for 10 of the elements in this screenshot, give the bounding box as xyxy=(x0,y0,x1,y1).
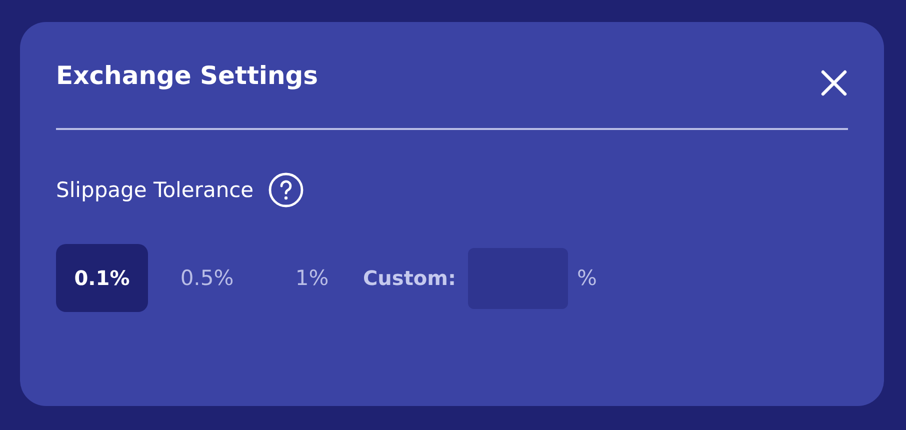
slippage-option[interactable]: 0.5% xyxy=(161,244,253,312)
slippage-option[interactable]: 1% xyxy=(266,244,358,312)
dialog-title: Exchange Settings xyxy=(56,60,318,90)
slippage-option[interactable]: 0.1% xyxy=(56,244,148,312)
help-icon[interactable] xyxy=(268,172,304,208)
percent-unit: % xyxy=(576,266,597,290)
custom-label: Custom: xyxy=(363,266,456,290)
close-button[interactable] xyxy=(820,69,848,97)
close-icon xyxy=(820,69,848,97)
section-label: Slippage Tolerance xyxy=(56,178,254,202)
